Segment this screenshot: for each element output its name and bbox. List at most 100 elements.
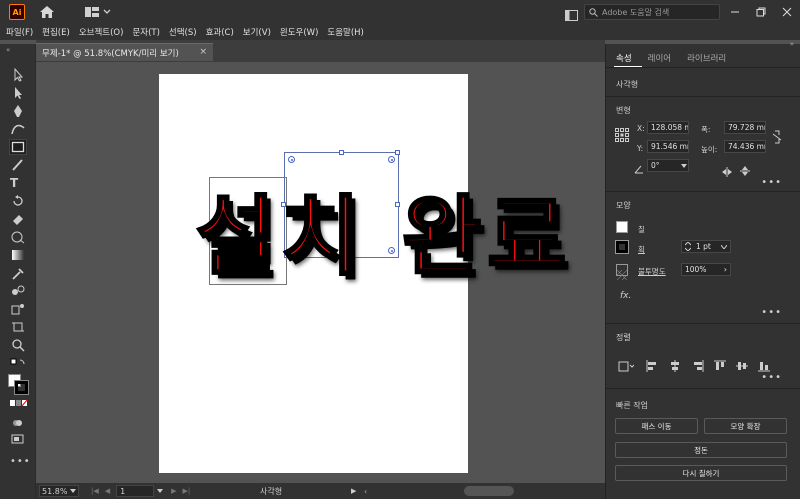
paintbrush-tool-icon[interactable] xyxy=(10,158,26,172)
scroll-left-icon[interactable]: ‹ xyxy=(364,487,367,496)
align-to-icon[interactable] xyxy=(618,357,635,372)
eraser-tool-icon[interactable] xyxy=(10,212,26,226)
width-label: 폭: xyxy=(701,125,711,134)
close-window-button[interactable] xyxy=(774,0,800,24)
last-artboard-icon[interactable]: ▶| xyxy=(183,487,191,495)
expand-shape-button[interactable]: 모양 확장 xyxy=(704,418,787,434)
arrange-documents-icon[interactable] xyxy=(565,6,578,25)
constrain-proportions-icon[interactable] xyxy=(772,129,782,148)
pen-tool-icon[interactable] xyxy=(10,104,26,118)
x-position-value: 128.058 mm xyxy=(651,123,688,132)
default-colors-icon[interactable] xyxy=(10,358,26,372)
stroke-weight-field[interactable]: 1 pt xyxy=(681,240,731,253)
y-position-field[interactable]: 91.546 mm xyxy=(647,140,689,153)
menu-file[interactable]: 파일(F) xyxy=(6,26,33,38)
install-complete-overlay: 설치 완료 xyxy=(194,187,573,287)
fill-stroke-swatches[interactable] xyxy=(8,374,30,396)
offset-path-button[interactable]: 패스 이동 xyxy=(615,418,698,434)
panel-divider xyxy=(606,388,800,389)
fill-color-swatch[interactable] xyxy=(616,221,628,233)
edit-toolbar-icon[interactable]: ••• xyxy=(10,456,30,470)
stroke-label[interactable]: 획 xyxy=(638,244,645,255)
blend-tool-icon[interactable] xyxy=(10,284,26,298)
menu-window[interactable]: 윈도우(W) xyxy=(280,26,319,38)
workspace-switcher[interactable] xyxy=(85,7,111,17)
align-bottom-icon[interactable] xyxy=(758,357,770,372)
align-vertical-center-icon[interactable] xyxy=(736,357,748,370)
chevron-down-icon[interactable] xyxy=(157,489,164,493)
minimize-button[interactable] xyxy=(722,0,748,24)
menu-type[interactable]: 문자(T) xyxy=(132,26,159,38)
collapse-panel-icon[interactable]: » xyxy=(790,40,794,48)
tab-layers[interactable]: 레이어 xyxy=(648,52,671,64)
type-tool-icon[interactable]: T xyxy=(10,176,26,190)
chevron-right-icon[interactable]: › xyxy=(724,265,727,274)
align-right-icon[interactable] xyxy=(692,357,704,372)
zoom-level-field[interactable]: 51.8% xyxy=(39,485,79,497)
fx-effects-label[interactable]: fx. xyxy=(620,291,631,301)
horizontal-scrollbar-thumb[interactable] xyxy=(464,486,514,496)
x-position-field[interactable]: 128.058 mm xyxy=(647,121,689,134)
reference-point-icon[interactable] xyxy=(615,127,629,146)
curvature-tool-icon[interactable] xyxy=(10,122,26,136)
flip-horizontal-icon[interactable] xyxy=(721,162,733,181)
arrange-button[interactable]: 정돈 xyxy=(615,442,787,458)
minimize-icon xyxy=(731,11,739,13)
symbol-sprayer-tool-icon[interactable] xyxy=(10,302,26,316)
stroke-color-swatch[interactable] xyxy=(615,240,629,254)
align-left-icon[interactable] xyxy=(646,357,658,372)
chevron-down-icon[interactable] xyxy=(721,245,727,249)
transform-more-options-icon[interactable]: ••• xyxy=(761,177,782,188)
artboard-tool-icon[interactable] xyxy=(10,320,26,334)
handle-top[interactable] xyxy=(339,150,344,155)
menu-view[interactable]: 보기(V) xyxy=(243,26,271,38)
handle-top-right[interactable] xyxy=(395,150,400,155)
home-icon[interactable] xyxy=(39,5,55,19)
corner-widget-top-right[interactable] xyxy=(388,156,395,163)
recolor-button[interactable]: 다시 칠하기 xyxy=(615,465,787,481)
drawing-modes-icon[interactable] xyxy=(10,416,26,430)
direct-selection-tool-icon[interactable] xyxy=(10,86,26,100)
help-search-input[interactable]: Adobe 도움말 검색 xyxy=(584,4,720,20)
menu-help[interactable]: 도움말(H) xyxy=(327,26,363,38)
gradient-tool-icon[interactable] xyxy=(10,248,26,262)
tab-properties[interactable]: 속성 xyxy=(616,52,632,64)
height-field[interactable]: 74.436 mm xyxy=(724,140,766,153)
appearance-more-options-icon[interactable]: ••• xyxy=(761,307,782,318)
menu-select[interactable]: 선택(S) xyxy=(169,26,197,38)
warp-tool-icon[interactable] xyxy=(10,230,26,244)
tools-panel: « T ••• xyxy=(0,44,36,499)
width-field[interactable]: 79.728 mm xyxy=(724,121,766,134)
stepper-icon[interactable] xyxy=(685,242,691,251)
selection-tool-icon[interactable] xyxy=(10,68,26,82)
menu-edit[interactable]: 편집(E) xyxy=(42,26,70,38)
tab-libraries[interactable]: 라이브러리 xyxy=(687,52,726,64)
rotate-tool-icon[interactable] xyxy=(10,194,26,208)
corner-widget-top-left[interactable] xyxy=(288,156,295,163)
chevron-down-icon[interactable] xyxy=(681,164,687,168)
align-more-options-icon[interactable]: ••• xyxy=(761,372,782,383)
next-artboard-icon[interactable]: ▶ xyxy=(171,487,176,495)
stroke-swatch[interactable] xyxy=(14,380,29,395)
menu-effect[interactable]: 효과(C) xyxy=(206,26,234,38)
zoom-tool-icon[interactable] xyxy=(10,338,26,352)
close-document-icon[interactable]: × xyxy=(199,47,207,57)
prev-artboard-icon[interactable]: ◀ xyxy=(105,487,110,495)
eyedropper-tool-icon[interactable] xyxy=(10,266,26,280)
maximize-button[interactable] xyxy=(748,0,774,24)
status-menu-arrow-icon[interactable]: ▶ xyxy=(351,487,356,495)
flip-vertical-icon[interactable] xyxy=(740,162,750,181)
color-mode-icons[interactable] xyxy=(10,400,28,414)
artboard-number-field[interactable]: 1 xyxy=(116,485,155,497)
document-tab[interactable]: 무제-1* @ 51.8%(CMYK/미리 보기) × xyxy=(36,43,213,61)
menu-object[interactable]: 오브젝트(O) xyxy=(79,26,124,38)
rotate-angle-value: 0° xyxy=(651,161,660,170)
opacity-field[interactable]: 100% › xyxy=(681,263,731,276)
align-top-icon[interactable] xyxy=(714,357,726,370)
first-artboard-icon[interactable]: |◀ xyxy=(91,487,99,495)
rectangle-tool-icon[interactable] xyxy=(9,139,27,155)
align-horizontal-center-icon[interactable] xyxy=(669,357,681,372)
opacity-label[interactable]: 불투명도 xyxy=(638,266,666,277)
collapse-toolbar-icon[interactable]: « xyxy=(6,46,10,54)
screen-mode-icon[interactable] xyxy=(10,432,26,446)
